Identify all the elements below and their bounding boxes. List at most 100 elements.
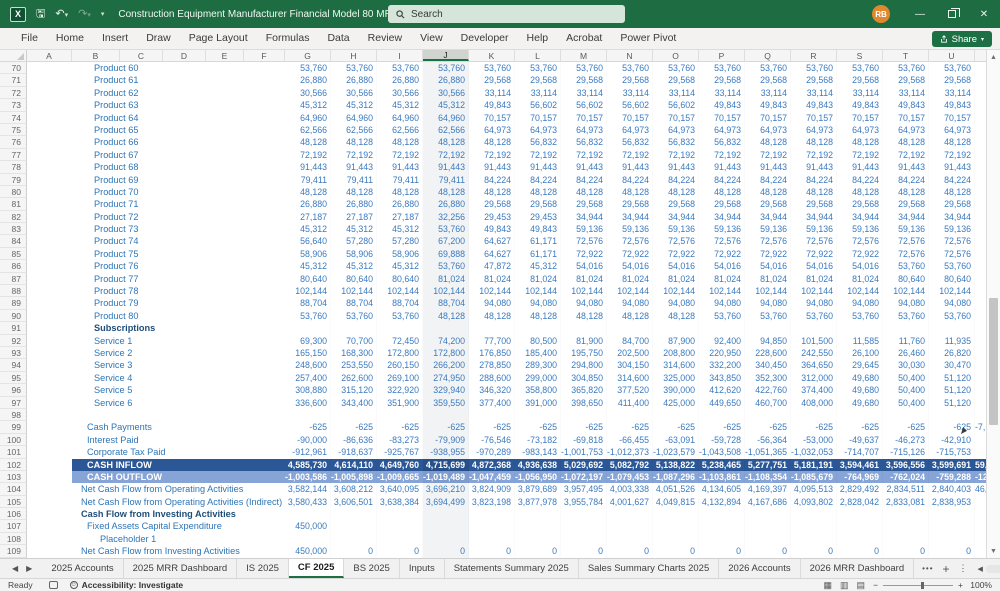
cell-label-109[interactable]: Net Cash Flow from Investing Activities <box>72 545 285 557</box>
cell-R88[interactable]: 102,144 <box>791 285 837 297</box>
cell-label-72[interactable]: Product 62 <box>72 87 285 99</box>
cell-overflow-70[interactable] <box>975 62 986 74</box>
cell-a71[interactable] <box>27 74 72 86</box>
cell-K93[interactable]: 176,850 <box>469 347 515 359</box>
cell-M76[interactable]: 56,832 <box>561 136 607 148</box>
cell-M92[interactable]: 81,900 <box>561 335 607 347</box>
cell-Q103[interactable]: -1,108,354 <box>745 470 791 484</box>
cell-a90[interactable] <box>27 310 72 322</box>
cell-I96[interactable]: 322,920 <box>377 384 423 396</box>
cell-I102[interactable]: 4,649,760 <box>377 458 423 471</box>
cell-N94[interactable]: 304,150 <box>607 359 653 371</box>
cell-M108[interactable] <box>561 533 607 545</box>
cell-L94[interactable]: 289,300 <box>515 359 561 371</box>
cell-N72[interactable]: 33,114 <box>607 87 653 99</box>
cell-R71[interactable]: 29,568 <box>791 74 837 86</box>
cell-G88[interactable]: 102,144 <box>285 285 331 297</box>
cell-Q74[interactable]: 70,157 <box>745 112 791 124</box>
cell-M91[interactable] <box>561 322 607 334</box>
cell-J73[interactable]: 45,312 <box>423 99 469 112</box>
ribbon-tab-developer[interactable]: Developer <box>452 28 518 49</box>
cell-R72[interactable]: 33,114 <box>791 87 837 99</box>
cell-R83[interactable]: 59,136 <box>791 223 837 235</box>
cell-S106[interactable] <box>837 508 883 520</box>
cell-overflow-85[interactable] <box>975 248 986 260</box>
row-header-109[interactable]: 109 <box>0 545 27 558</box>
cell-label-96[interactable]: Service 5 <box>72 384 285 396</box>
cell-T85[interactable]: 72,576 <box>883 248 929 260</box>
row-header-90[interactable]: 90 <box>0 309 27 323</box>
cell-T105[interactable]: 2,833,081 <box>883 496 929 508</box>
cell-a88[interactable] <box>27 285 72 297</box>
cell-O93[interactable]: 208,800 <box>653 347 699 359</box>
cell-Q75[interactable]: 64,973 <box>745 124 791 136</box>
cell-P98[interactable] <box>699 409 745 421</box>
cell-I71[interactable]: 26,880 <box>377 74 423 86</box>
cell-G94[interactable]: 248,600 <box>285 359 331 371</box>
cell-H78[interactable]: 91,443 <box>331 161 377 173</box>
cell-Q87[interactable]: 81,024 <box>745 273 791 285</box>
cell-N79[interactable]: 84,224 <box>607 174 653 186</box>
cell-R97[interactable]: 408,000 <box>791 397 837 409</box>
cell-O107[interactable] <box>653 520 699 532</box>
cell-K78[interactable]: 91,443 <box>469 161 515 173</box>
cell-R104[interactable]: 4,095,513 <box>791 483 837 495</box>
cell-U75[interactable]: 64,973 <box>929 124 975 136</box>
cell-T92[interactable]: 11,760 <box>883 335 929 347</box>
cell-P72[interactable]: 33,114 <box>699 87 745 99</box>
cell-N97[interactable]: 411,400 <box>607 397 653 409</box>
cell-L79[interactable]: 84,224 <box>515 174 561 186</box>
cell-H89[interactable]: 88,704 <box>331 297 377 309</box>
cell-S79[interactable]: 84,224 <box>837 174 883 186</box>
cell-H102[interactable]: 4,614,110 <box>331 458 377 471</box>
cell-J83[interactable]: 53,760 <box>423 223 469 236</box>
ribbon-tab-acrobat[interactable]: Acrobat <box>557 28 611 49</box>
cell-M100[interactable]: -69,818 <box>561 434 607 446</box>
cell-K85[interactable]: 64,627 <box>469 248 515 260</box>
cell-N76[interactable]: 56,832 <box>607 136 653 148</box>
cell-U96[interactable]: 51,120 <box>929 384 975 396</box>
cell-K76[interactable]: 48,128 <box>469 136 515 148</box>
cell-S95[interactable]: 49,680 <box>837 372 883 384</box>
cell-N95[interactable]: 314,600 <box>607 372 653 384</box>
cell-label-101[interactable]: Corporate Tax Paid <box>72 446 285 458</box>
column-header-L[interactable]: L <box>515 50 561 61</box>
cell-K86[interactable]: 47,872 <box>469 260 515 272</box>
cell-O76[interactable]: 56,832 <box>653 136 699 148</box>
cell-U84[interactable]: 72,576 <box>929 235 975 247</box>
cell-T77[interactable]: 72,192 <box>883 149 929 161</box>
cell-K105[interactable]: 3,823,198 <box>469 496 515 508</box>
cell-label-108[interactable]: Placeholder 1 <box>72 533 285 545</box>
cell-U79[interactable]: 84,224 <box>929 174 975 186</box>
cell-label-73[interactable]: Product 63 <box>72 99 285 111</box>
cell-H106[interactable] <box>331 508 377 520</box>
cell-H80[interactable]: 48,128 <box>331 186 377 198</box>
cell-J108[interactable] <box>423 532 469 546</box>
cell-I87[interactable]: 80,640 <box>377 273 423 285</box>
cell-T95[interactable]: 50,400 <box>883 372 929 384</box>
cell-T97[interactable]: 50,400 <box>883 397 929 409</box>
cell-label-102[interactable]: CASH INFLOW <box>72 458 285 471</box>
row-header-93[interactable]: 93 <box>0 346 27 360</box>
ribbon-tab-draw[interactable]: Draw <box>137 28 180 49</box>
cell-M73[interactable]: 56,602 <box>561 99 607 111</box>
cell-S73[interactable]: 49,843 <box>837 99 883 111</box>
cell-S71[interactable]: 29,568 <box>837 74 883 86</box>
cell-U98[interactable] <box>929 409 975 421</box>
cell-J85[interactable]: 69,888 <box>423 247 469 261</box>
cell-H79[interactable]: 79,411 <box>331 174 377 186</box>
cell-M80[interactable]: 48,128 <box>561 186 607 198</box>
cell-K98[interactable] <box>469 409 515 421</box>
cell-N99[interactable]: -625 <box>607 421 653 433</box>
cell-Q79[interactable]: 84,224 <box>745 174 791 186</box>
cell-label-85[interactable]: Product 75 <box>72 248 285 260</box>
cell-G87[interactable]: 80,640 <box>285 273 331 285</box>
cell-G103[interactable]: -1,003,586 <box>285 470 331 484</box>
cell-J84[interactable]: 67,200 <box>423 235 469 248</box>
cell-K70[interactable]: 53,760 <box>469 62 515 74</box>
sheet-tab-2025-mrr-dashboard[interactable]: 2025 MRR Dashboard <box>124 559 238 578</box>
cell-P83[interactable]: 59,136 <box>699 223 745 235</box>
cell-G71[interactable]: 26,880 <box>285 74 331 86</box>
cell-S104[interactable]: 2,829,492 <box>837 483 883 495</box>
cell-K106[interactable] <box>469 508 515 520</box>
